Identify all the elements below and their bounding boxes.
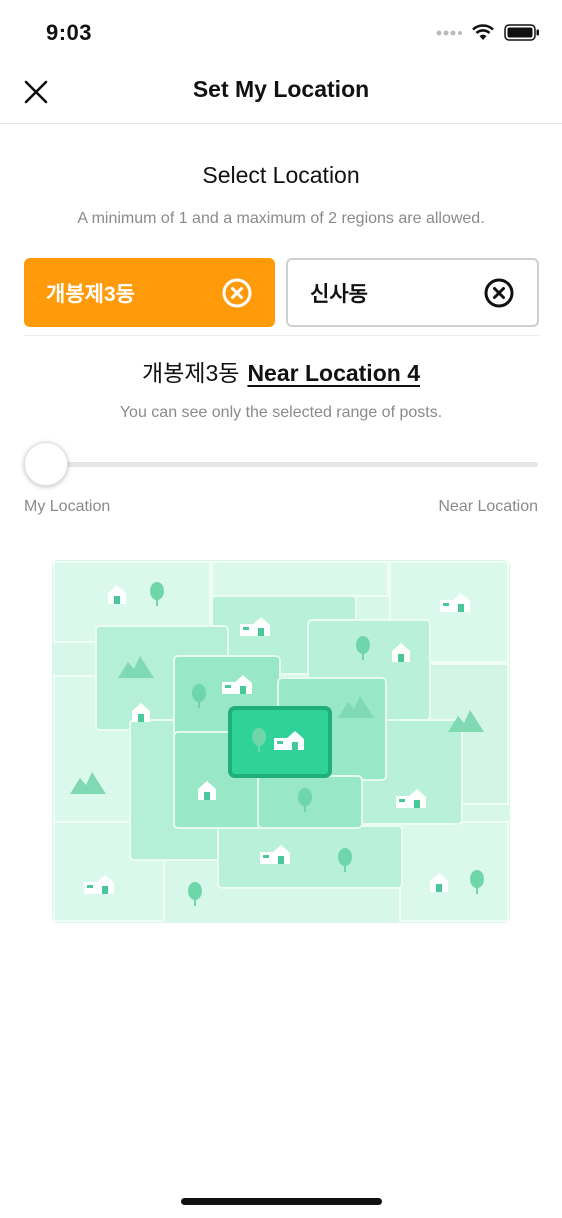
- range-slider[interactable]: [24, 442, 538, 486]
- section-title: Select Location: [202, 162, 360, 188]
- neighborhood-map-illustration: [52, 560, 510, 923]
- region-chip-label: 개봉제3동: [46, 282, 135, 306]
- header: Set My Location: [0, 70, 562, 124]
- slider-thumb[interactable]: [24, 442, 68, 486]
- section-subtitle: A minimum of 1 and a maximum of 2 region…: [77, 210, 485, 227]
- divider: [24, 335, 539, 336]
- signal-icon: [436, 30, 462, 35]
- status-time: 9:03: [46, 20, 93, 45]
- slider-min-label: My Location: [24, 498, 111, 515]
- wifi-icon: [472, 24, 494, 40]
- range-summary: 개봉제3동 Near Location 4: [0, 354, 562, 388]
- range-label[interactable]: Near Location 4: [247, 360, 420, 386]
- range-region: 개봉제3동: [142, 360, 240, 386]
- remove-circle-icon: [222, 278, 252, 307]
- region-chip[interactable]: 신사동: [286, 258, 539, 327]
- region-chip-selected[interactable]: 개봉제3동: [24, 258, 275, 327]
- page-title: Set My Location: [192, 76, 370, 102]
- region-chip-label: 신사동: [310, 282, 368, 306]
- range-hint: You can see only the selected range of p…: [119, 404, 443, 421]
- remove-circle-icon: [484, 278, 514, 307]
- remove-region-button[interactable]: [483, 277, 515, 309]
- status-bar: 9:03: [0, 0, 562, 70]
- slider-track[interactable]: [24, 462, 538, 467]
- home-indicator: [181, 1198, 382, 1205]
- status-icons: [436, 24, 540, 41]
- remove-region-button[interactable]: [221, 277, 253, 309]
- slider-max-label: Near Location: [438, 498, 538, 515]
- battery-icon: [504, 24, 539, 41]
